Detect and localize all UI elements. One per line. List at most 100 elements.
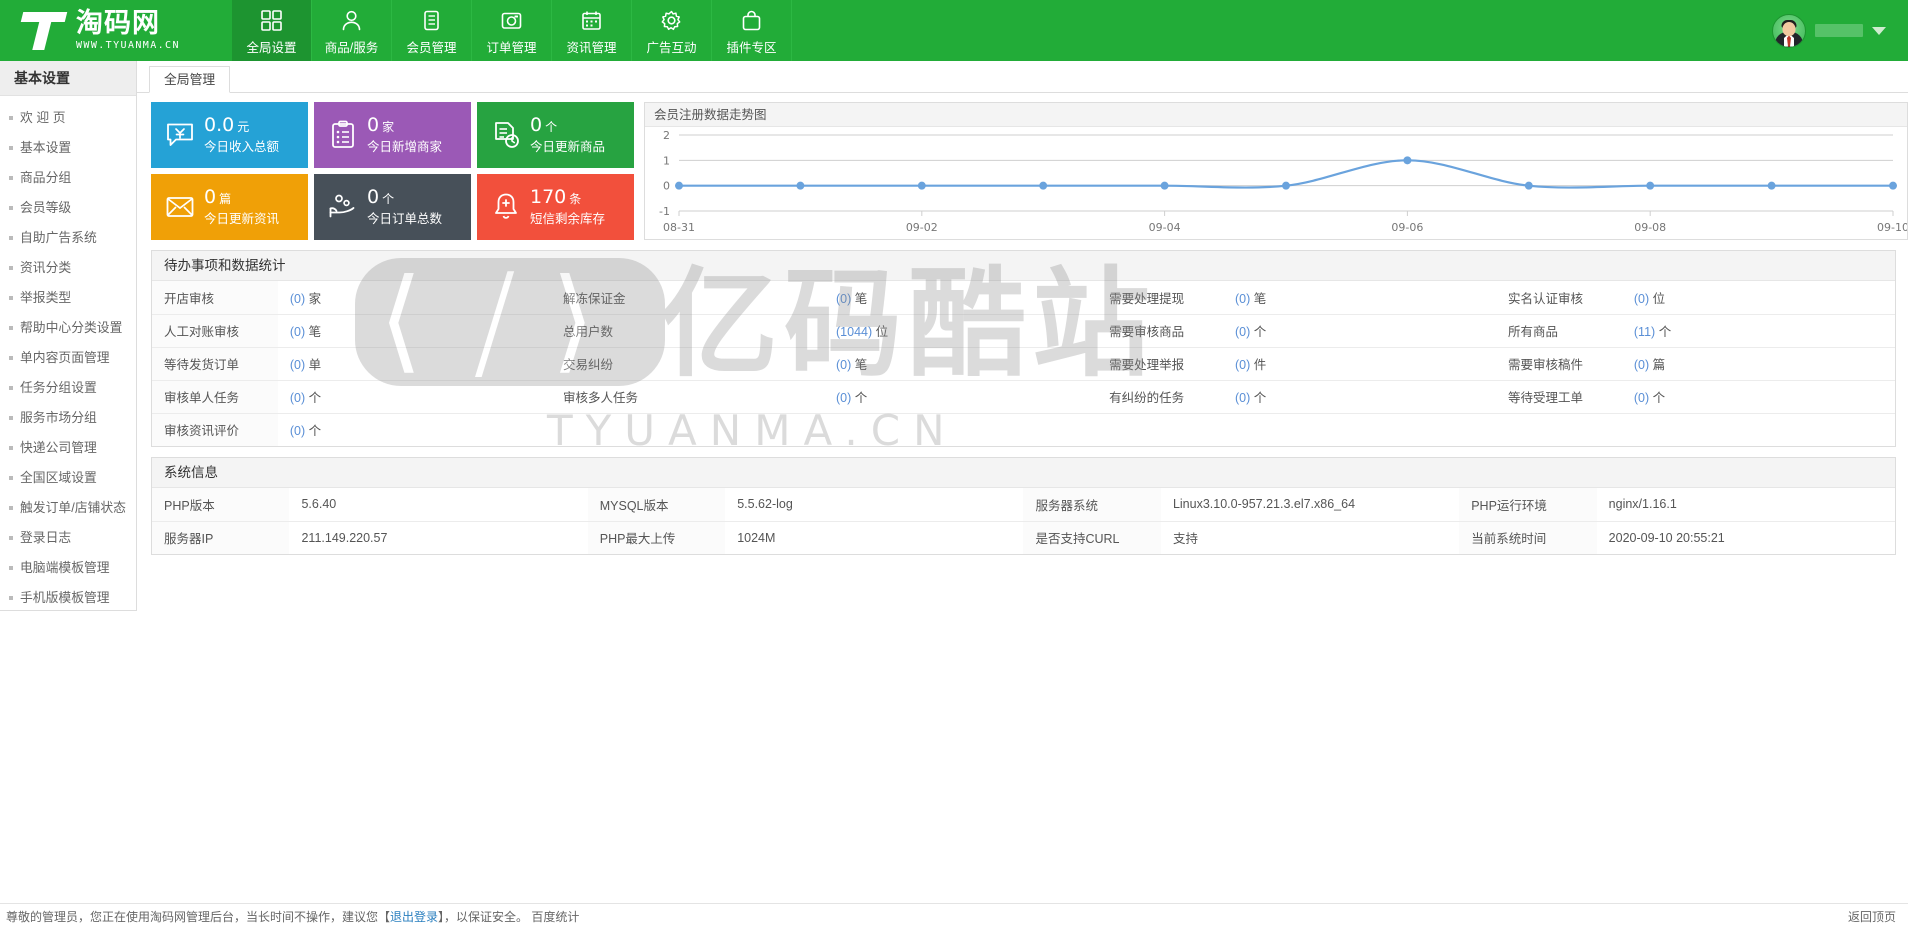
bullet-icon xyxy=(9,356,13,360)
cell-unit: 个 xyxy=(854,391,868,405)
nav-item-global-settings[interactable]: 全局设置 xyxy=(232,0,312,61)
cell-number[interactable]: (0) xyxy=(290,325,305,339)
cell-number[interactable]: (0) xyxy=(1634,292,1649,306)
cell-number[interactable]: (0) xyxy=(836,358,851,372)
content-area: 0.0 元 今日收入总额 0家 今日新增商家 0 个 今日更新商品 0 篇 今日… xyxy=(137,93,1908,555)
sidebar-item-welcome[interactable]: 欢 迎 页 xyxy=(0,103,136,133)
nav-item-products-services[interactable]: 商品/服务 xyxy=(312,0,392,61)
cell-value: 5.6.40 xyxy=(289,488,588,522)
stat-card-new-merchants[interactable]: 0家 今日新增商家 xyxy=(314,102,471,168)
sidebar-item-mobile-template-management[interactable]: 手机版模板管理 xyxy=(0,583,136,613)
stat-label: 今日更新商品 xyxy=(530,140,606,155)
stat-value: 0.0 xyxy=(204,114,235,137)
sidebar-item-label: 基本设置 xyxy=(20,140,72,155)
tab-global-management[interactable]: 全局管理 xyxy=(149,66,231,93)
nav-item-news-management[interactable]: 资讯管理 xyxy=(552,0,632,61)
sidebar-item-basic-settings[interactable]: 基本设置 xyxy=(0,133,136,163)
sidebar: 基本设置 欢 迎 页 基本设置 商品分组 会员等级 自助广告系统 资讯分类 举报… xyxy=(0,61,137,611)
sidebar-item-national-region-settings[interactable]: 全国区域设置 xyxy=(0,463,136,493)
table-row: 服务器IP 211.149.220.57 PHP最大上传 1024M 是否支持C… xyxy=(152,521,1895,554)
sidebar-item-pc-template-management[interactable]: 电脑端模板管理 xyxy=(0,553,136,583)
sidebar-item-news-category[interactable]: 资讯分类 xyxy=(0,253,136,283)
sidebar-item-label: 会员等级 xyxy=(20,200,72,215)
sidebar-item-login-log[interactable]: 登录日志 xyxy=(0,523,136,553)
sidebar-item-help-center-category[interactable]: 帮助中心分类设置 xyxy=(0,313,136,343)
hand-coins-icon xyxy=(328,192,358,222)
sidebar-item-self-service-ads[interactable]: 自助广告系统 xyxy=(0,223,136,253)
stat-card-updated-products[interactable]: 0个 今日更新商品 xyxy=(477,102,634,168)
cell-number[interactable]: (0) xyxy=(290,358,305,372)
cell-key: 交易纠纷 xyxy=(550,347,825,381)
cell-unit: 件 xyxy=(1253,358,1267,372)
table-row: 开店审核 (0) 家 解冻保证金 (0) 笔 需要处理提现 (0) 笔 实名认证… xyxy=(152,281,1895,315)
sysinfo-panel-title: 系统信息 xyxy=(152,458,1895,488)
cell-number[interactable]: (0) xyxy=(836,292,851,306)
nav-label: 全局设置 xyxy=(246,40,297,55)
back-to-top-button[interactable]: 返回顶页 xyxy=(1848,908,1896,925)
bullet-icon xyxy=(9,446,13,450)
logout-link[interactable]: 退出登录 xyxy=(390,908,438,925)
sidebar-item-member-level[interactable]: 会员等级 xyxy=(0,193,136,223)
system-info-table: PHP版本 5.6.40 MYSQL版本 5.5.62-log 服务器系统 Li… xyxy=(152,488,1895,554)
stat-card-today-income[interactable]: 0.0 元 今日收入总额 xyxy=(151,102,308,168)
stat-value: 0 xyxy=(530,114,543,137)
bullet-icon xyxy=(9,236,13,240)
cell-value: (0) 个 xyxy=(1222,380,1497,414)
cell-number[interactable]: (0) xyxy=(1235,358,1250,372)
cell-number[interactable]: (0) xyxy=(1634,358,1649,372)
cell-key: 审核资讯评价 xyxy=(152,413,278,446)
cell-key: 总用户数 xyxy=(550,314,825,348)
cell-value: (0) 笔 xyxy=(1222,281,1497,315)
username-label xyxy=(1815,24,1863,37)
nav-item-order-management[interactable]: 订单管理 xyxy=(472,0,552,61)
table-row: 审核资讯评价 (0) 个 xyxy=(152,413,1895,446)
cell-value: 5.5.62-log xyxy=(725,488,1024,522)
sidebar-item-report-type[interactable]: 举报类型 xyxy=(0,283,136,313)
cell-value: Linux3.10.0-957.21.3.el7.x86_64 xyxy=(1160,488,1460,522)
stat-card-total-orders[interactable]: 0个 今日订单总数 xyxy=(314,174,471,240)
nav-item-plugin-zone[interactable]: 插件专区 xyxy=(712,0,792,61)
stat-label: 今日新增商家 xyxy=(367,140,443,155)
user-menu[interactable] xyxy=(1772,0,1908,61)
cell-number[interactable]: (0) xyxy=(290,424,305,438)
nav-item-ad-interaction[interactable]: 广告互动 xyxy=(632,0,712,61)
sidebar-item-label: 自助广告系统 xyxy=(20,230,97,245)
cell-key: 所有商品 xyxy=(1496,314,1622,348)
cell-value: (11) 个 xyxy=(1621,314,1895,348)
cell-number[interactable]: (0) xyxy=(1634,391,1649,405)
sidebar-item-trigger-order-shop-status[interactable]: 触发订单/店铺状态 xyxy=(0,493,136,523)
cell-key: 审核多人任务 xyxy=(550,380,825,414)
cell-number[interactable]: (0) xyxy=(290,391,305,405)
sidebar-item-courier-company[interactable]: 快递公司管理 xyxy=(0,433,136,463)
gear-icon xyxy=(661,10,683,32)
svg-text:09-04: 09-04 xyxy=(1149,221,1181,234)
sidebar-item-single-page-management[interactable]: 单内容页面管理 xyxy=(0,343,136,373)
cell-number[interactable]: (0) xyxy=(1235,325,1250,339)
chevron-down-icon[interactable] xyxy=(1872,26,1886,35)
stat-unit: 元 xyxy=(237,120,250,135)
cell-number[interactable]: (11) xyxy=(1634,325,1655,339)
cell-number[interactable]: (1044) xyxy=(836,325,872,339)
cell-key: 开店审核 xyxy=(152,281,278,315)
cell-value: (0) 件 xyxy=(1222,347,1497,381)
cell-number[interactable]: (0) xyxy=(1235,391,1250,405)
cell-number[interactable]: (0) xyxy=(836,391,851,405)
cell-unit: 个 xyxy=(308,424,322,439)
camera-icon xyxy=(501,10,523,32)
cell-value: (0) 家 xyxy=(277,281,551,315)
stat-card-sms-remaining[interactable]: 170 条 短信剩余库存 xyxy=(477,174,634,240)
brand-logo-area[interactable]: 淘码网 WWW.TYUANMA.CN xyxy=(0,0,232,61)
stat-unit: 篇 xyxy=(219,192,232,207)
sidebar-item-label: 服务市场分组 xyxy=(20,410,97,425)
sidebar-item-service-market-group[interactable]: 服务市场分组 xyxy=(0,403,136,433)
bullet-icon xyxy=(9,386,13,390)
sidebar-item-task-group-settings[interactable]: 任务分组设置 xyxy=(0,373,136,403)
cell-key: 当前系统时间 xyxy=(1459,521,1597,554)
cell-number[interactable]: (0) xyxy=(290,292,305,306)
cell-number[interactable]: (0) xyxy=(1235,292,1250,306)
sidebar-item-product-group[interactable]: 商品分组 xyxy=(0,163,136,193)
sidebar-item-label: 资讯分类 xyxy=(20,260,72,275)
nav-item-member-management[interactable]: 会员管理 xyxy=(392,0,472,61)
stat-card-updated-news[interactable]: 0篇 今日更新资讯 xyxy=(151,174,308,240)
stat-label: 今日收入总额 xyxy=(204,140,280,155)
